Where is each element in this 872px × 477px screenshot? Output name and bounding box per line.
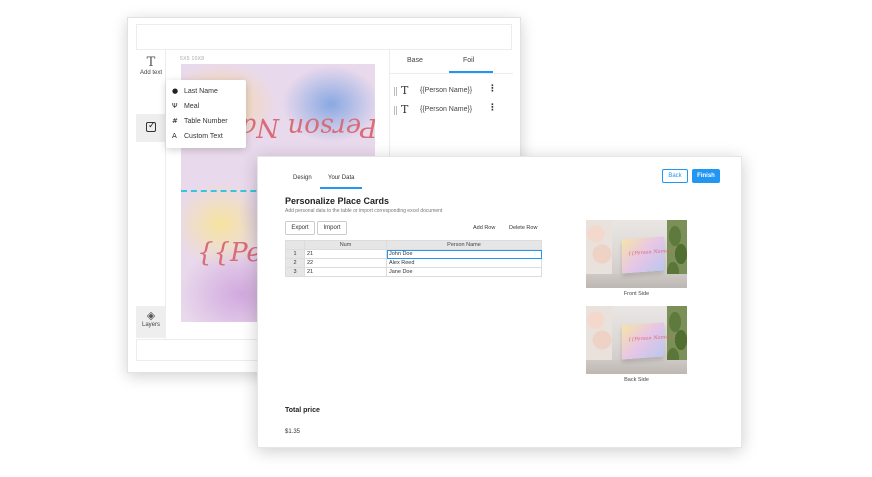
person-icon: ● [172, 87, 179, 95]
front-side-label: Front Side [623, 291, 650, 297]
table-header-row: Num Person Name [285, 240, 542, 250]
utensils-icon: Ψ [172, 102, 178, 110]
column-header-person-name[interactable]: Person Name [386, 240, 542, 250]
layers-tool[interactable]: ◈ Layers [136, 306, 166, 338]
card-size-label: 5X5 10X8 [180, 56, 205, 62]
add-text-tool[interactable]: T Add text [136, 55, 166, 77]
table-row: 1 21 John Doe [285, 249, 542, 259]
dropdown-item-label: Table Number [184, 118, 228, 125]
data-window: Design Your Data Back Finish Personalize… [257, 156, 742, 448]
layers-label: Layers [141, 322, 160, 328]
total-price-value: $1.35 [285, 429, 301, 435]
drag-handle-icon[interactable] [394, 106, 397, 115]
import-button[interactable]: Import [317, 221, 347, 235]
drag-handle-icon[interactable] [394, 87, 397, 96]
tab-your-data[interactable]: Your Data [328, 175, 354, 181]
add-row-button[interactable]: Add Row [473, 225, 495, 231]
canvas-text-top[interactable]: {{Person Na [241, 112, 375, 142]
table-row: 3 21 Jane Doe [285, 267, 542, 277]
dropdown-item-label: Custom Text [184, 133, 223, 140]
cell-person-name[interactable]: Jane Doe [386, 267, 542, 277]
dropdown-item-last-name[interactable]: ● Last Name [172, 87, 218, 95]
cell-person-name-selected[interactable]: John Doe [386, 249, 542, 259]
back-side-preview: {{Person Name}} [586, 306, 687, 374]
checkmark-icon: ✓ [148, 121, 156, 131]
variables-tool[interactable]: ✓ [136, 114, 166, 142]
delete-row-button[interactable]: Delete Row [509, 225, 537, 231]
cell-num[interactable]: 22 [304, 258, 387, 268]
column-header-num[interactable]: Num [304, 240, 387, 250]
layers-icon: ◈ [146, 309, 156, 322]
layer-row[interactable]: T {{Person Name}} ⋮ [394, 84, 512, 98]
text-tool-icon: T [146, 55, 156, 70]
text-layer-icon: T [401, 103, 409, 116]
back-button[interactable]: Back [662, 169, 688, 183]
editor-top-bar [136, 24, 512, 50]
more-options-icon[interactable]: ⋮ [488, 104, 497, 113]
preview-place-card: {{Person Name}} [622, 236, 675, 274]
page-subtitle: Add personal data to the table or import… [285, 208, 443, 214]
hash-icon: # [172, 117, 178, 125]
dropdown-item-label: Last Name [184, 88, 218, 95]
tab-design[interactable]: Design [293, 175, 312, 181]
tab-base[interactable]: Base [407, 57, 423, 64]
active-tab-indicator [320, 187, 362, 189]
more-options-icon[interactable]: ⋮ [488, 85, 497, 94]
row-number[interactable]: 3 [285, 267, 305, 277]
corner-cell [285, 240, 305, 250]
table-surface [586, 274, 687, 288]
add-text-label: Add text [139, 70, 162, 76]
cell-num[interactable]: 21 [304, 249, 387, 259]
export-button[interactable]: Export [285, 221, 315, 235]
finish-button[interactable]: Finish [692, 169, 720, 183]
cell-person-name[interactable]: Alex Reed [386, 258, 542, 268]
page-title: Personalize Place Cards [285, 196, 390, 206]
cell-num[interactable]: 21 [304, 267, 387, 277]
panel-divider [390, 73, 513, 74]
row-number[interactable]: 1 [285, 249, 305, 259]
tab-foil[interactable]: Foil [463, 57, 474, 64]
total-price-label: Total price [285, 407, 320, 414]
text-layer-icon: T [401, 84, 409, 97]
tool-column: T Add text ✓ ◈ Layers [136, 50, 166, 339]
dropdown-item-table-number[interactable]: # Table Number [172, 117, 228, 125]
dropdown-item-label: Meal [184, 103, 200, 110]
layer-name: {{Person Name}} [420, 87, 473, 94]
table-row: 2 22 Alex Reed [285, 258, 542, 268]
back-side-label: Back Side [624, 377, 649, 383]
row-number[interactable]: 2 [285, 258, 305, 268]
layer-name: {{Person Name}} [420, 106, 473, 113]
screenshot-stage: T Add text ✓ ◈ Layers 5X5 10X8 {{Person … [0, 0, 872, 477]
dropdown-item-meal[interactable]: Ψ Meal [172, 102, 199, 110]
variable-dropdown: ● Last Name Ψ Meal # Table Number A Custom T… [166, 80, 246, 148]
dropdown-item-custom-text[interactable]: A Custom Text [172, 132, 223, 140]
data-table: Num Person Name 1 21 John Doe 2 22 Alex … [285, 240, 542, 277]
layer-row[interactable]: T {{Person Name}} ⋮ [394, 103, 512, 117]
text-icon: A [172, 132, 177, 140]
table-surface [586, 360, 687, 374]
front-side-preview: {{Person Name}} [586, 220, 687, 288]
preview-place-card: {{Person Name}} [622, 322, 675, 360]
